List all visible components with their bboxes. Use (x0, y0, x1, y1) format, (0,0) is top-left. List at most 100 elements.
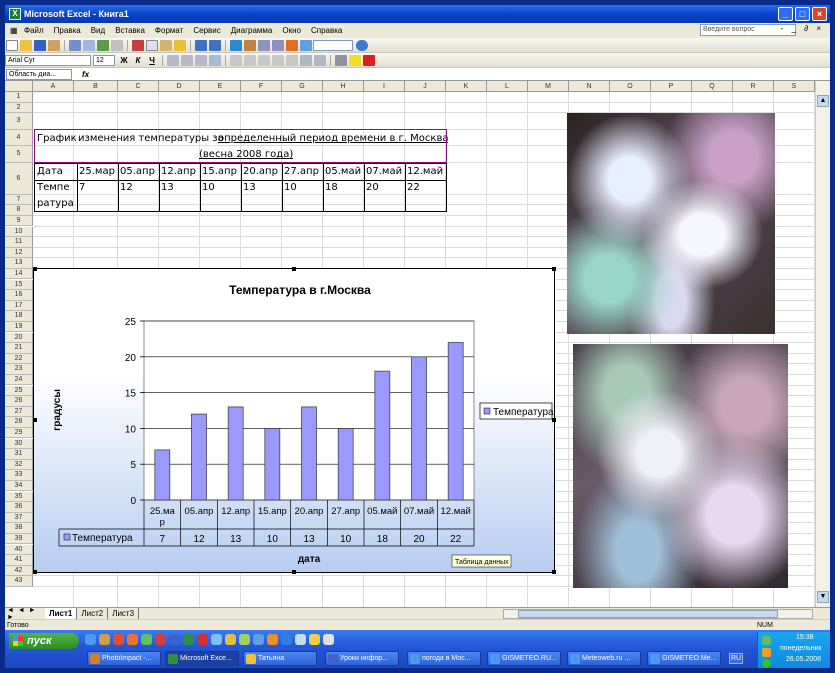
row-header[interactable]: 43 (5, 576, 33, 587)
excel-icon[interactable] (183, 634, 194, 645)
folder-icon[interactable] (99, 634, 110, 645)
language-indicator[interactable]: RU (729, 653, 743, 664)
app-icon[interactable] (197, 634, 208, 645)
increase-indent-icon[interactable] (314, 54, 326, 66)
align-center-icon[interactable] (181, 54, 193, 66)
function-icon[interactable]: fx (82, 70, 89, 79)
taskbar-item-excel[interactable]: Microsoft Exce... (165, 651, 239, 666)
zoom-select[interactable] (313, 39, 353, 51)
minimize-button[interactable]: _ (778, 7, 793, 21)
table-date-cell[interactable]: 07.май (366, 166, 402, 177)
name-box[interactable]: Область диа... (6, 68, 72, 80)
column-header[interactable]: P (651, 81, 692, 92)
row-header[interactable]: 19 (5, 321, 33, 333)
paste-icon[interactable] (160, 39, 172, 51)
menu-tools[interactable]: Сервис (188, 26, 225, 35)
fill-color-icon[interactable] (349, 54, 361, 66)
row-header[interactable]: 11 (5, 237, 33, 248)
row-header[interactable]: 14 (5, 268, 33, 280)
column-header[interactable]: L (487, 81, 528, 92)
table-temp-cell[interactable]: 10 (284, 182, 297, 193)
row-header[interactable]: 32 (5, 459, 33, 471)
drawing-icon[interactable] (300, 39, 312, 51)
align-left-icon[interactable] (167, 54, 179, 66)
taskbar-item-browser[interactable]: погода в Мос... (407, 651, 481, 666)
row-header[interactable]: 15 (5, 279, 33, 291)
increase-decimal-icon[interactable] (272, 54, 284, 66)
row-header[interactable]: 1 (5, 92, 33, 103)
column-header[interactable]: K (446, 81, 487, 92)
clock-time[interactable]: 15:38 (796, 634, 814, 641)
row-header[interactable]: 38 (5, 523, 33, 534)
row-header[interactable]: 6 (5, 162, 33, 195)
taskbar-item-browser[interactable]: GISMETEO.Me... (647, 651, 721, 666)
row-header[interactable]: 25 (5, 385, 33, 397)
app-icon[interactable] (211, 634, 222, 645)
chart-resize-handle[interactable] (552, 418, 556, 422)
row-header[interactable]: 35 (5, 491, 33, 503)
row-header[interactable]: 33 (5, 470, 33, 481)
row-header[interactable]: 7 (5, 194, 33, 206)
row-header[interactable]: 34 (5, 480, 33, 492)
satellite-image-top[interactable] (567, 113, 775, 334)
open-folder-icon[interactable] (20, 39, 32, 51)
start-button[interactable]: пуск (9, 633, 79, 649)
row-header[interactable]: 37 (5, 512, 33, 524)
app-icon[interactable] (295, 634, 306, 645)
row-header[interactable]: 23 (5, 364, 33, 375)
menu-help[interactable]: Справка (306, 26, 347, 35)
volume-icon[interactable] (762, 648, 771, 657)
decrease-decimal-icon[interactable] (286, 54, 298, 66)
comma-style-icon[interactable] (258, 54, 270, 66)
research-icon[interactable] (111, 39, 123, 51)
tab-sheet3[interactable]: Лист3 (108, 608, 140, 619)
table-temp-cell[interactable]: 7 (79, 182, 85, 193)
taskbar-item-word[interactable]: Уроки инфор... (325, 651, 399, 666)
permission-icon[interactable] (48, 39, 60, 51)
row-header[interactable]: 2 (5, 102, 33, 114)
font-size-select[interactable]: 12 (93, 54, 115, 66)
row-header[interactable]: 17 (5, 300, 33, 312)
table-date-cell[interactable]: 05.май (325, 166, 361, 177)
save-icon[interactable] (34, 39, 46, 51)
app-icon[interactable] (323, 634, 334, 645)
opera-icon[interactable] (113, 634, 124, 645)
network-icon[interactable] (762, 636, 771, 645)
chart-resize-handle[interactable] (292, 267, 296, 271)
table-row-label-line2[interactable]: ратура (37, 198, 74, 209)
italic-button[interactable]: К (132, 56, 144, 65)
horizontal-scrollbar[interactable] (503, 609, 813, 619)
table-header-label[interactable]: Дата (37, 166, 63, 177)
table-date-cell[interactable]: 12.май (407, 166, 443, 177)
chart-resize-handle[interactable] (33, 570, 37, 574)
close-button[interactable]: × (812, 7, 827, 21)
row-header[interactable]: 39 (5, 533, 33, 545)
app-icon[interactable] (155, 634, 166, 645)
column-header[interactable]: A (33, 81, 74, 92)
horizontal-scroll-thumb[interactable] (518, 610, 778, 618)
print-preview-icon[interactable] (83, 39, 95, 51)
chart-resize-handle[interactable] (552, 267, 556, 271)
menu-file[interactable]: Файл (19, 26, 49, 35)
table-temp-cell[interactable]: 22 (407, 182, 420, 193)
chart-resize-handle[interactable] (33, 267, 37, 271)
tab-sheet1[interactable]: Лист1 (45, 608, 78, 619)
app-icon[interactable] (281, 634, 292, 645)
app-icon[interactable] (267, 634, 278, 645)
hyperlink-icon[interactable] (230, 39, 242, 51)
row-header[interactable]: 12 (5, 247, 33, 259)
menu-insert[interactable]: Вставка (110, 26, 150, 35)
currency-icon[interactable] (230, 54, 242, 66)
chart-resize-handle[interactable] (292, 570, 296, 574)
taskbar-item-folder[interactable]: Татьяна (243, 651, 317, 666)
underline-button[interactable]: Ч (146, 56, 158, 65)
row-header[interactable]: 22 (5, 353, 33, 365)
column-header[interactable]: H (323, 81, 364, 92)
table-row-label-line1[interactable]: Темпе (37, 182, 70, 193)
spelling-icon[interactable] (97, 39, 109, 51)
workbook-window-controls[interactable]: - _ ∂ × (781, 24, 824, 33)
row-header[interactable]: 8 (5, 205, 33, 216)
workbook-icon[interactable]: ▦ (5, 26, 19, 35)
row-header[interactable]: 27 (5, 406, 33, 418)
scroll-down-icon[interactable]: ▼ (817, 591, 829, 603)
